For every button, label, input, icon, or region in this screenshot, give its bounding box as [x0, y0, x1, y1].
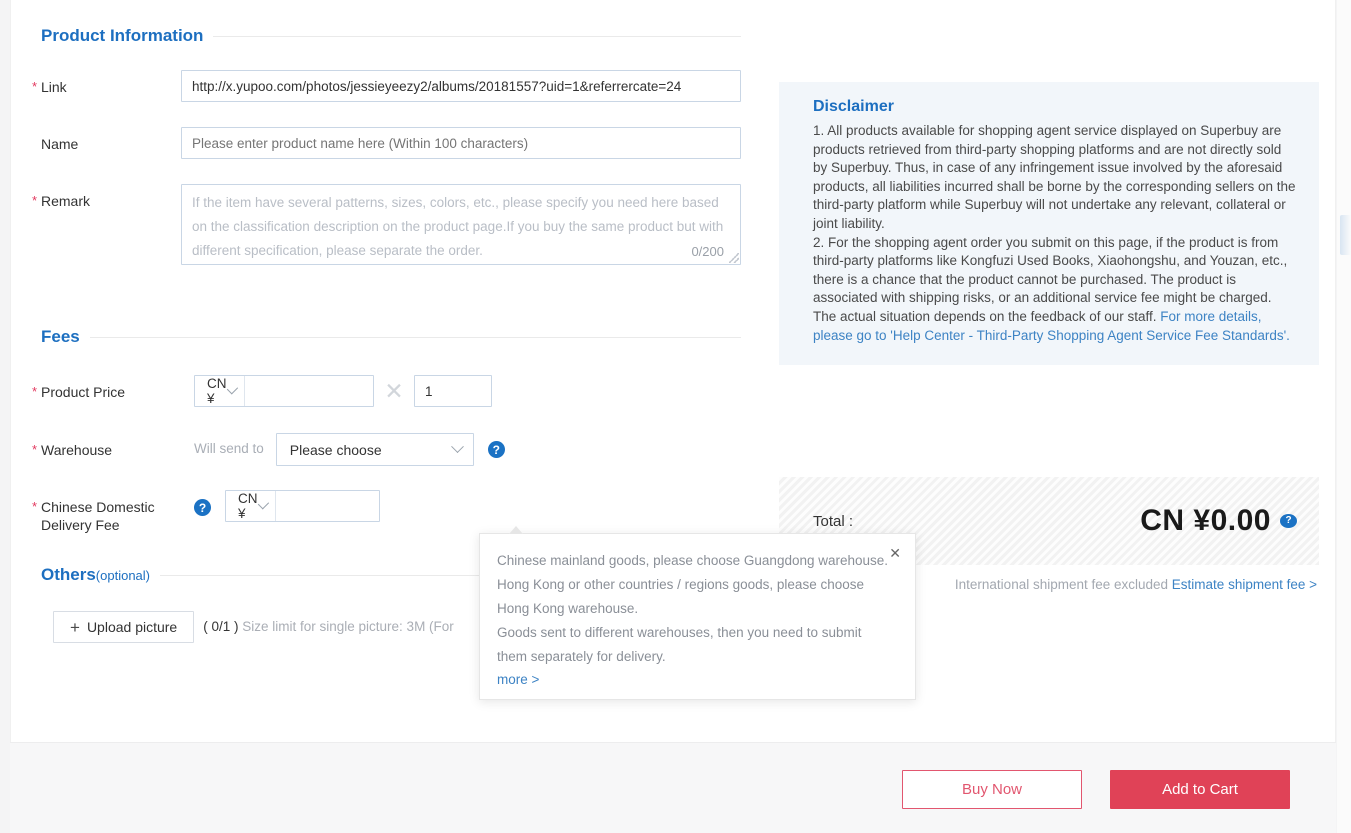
fees-title: Fees: [41, 327, 80, 346]
currency-value: CN ¥: [238, 491, 258, 521]
remark-row: * Remark If the item have several patter…: [32, 184, 741, 265]
link-row: * Link: [32, 70, 741, 102]
buy-now-button[interactable]: Buy Now: [902, 770, 1082, 809]
edge-scroll-artifact: [1340, 215, 1351, 255]
currency-value: CN ¥: [207, 376, 227, 406]
domestic-delivery-label-line1: Chinese Domestic: [41, 499, 155, 515]
upload-picture-label: Upload picture: [86, 619, 178, 635]
will-send-to-text: Will send to: [194, 441, 264, 456]
required-asterisk: *: [32, 193, 38, 208]
tooltip-line-3: Goods sent to different warehouses, then…: [497, 625, 862, 664]
domestic-delivery-fee-input[interactable]: [275, 491, 473, 521]
tooltip-close-icon[interactable]: ✕: [887, 544, 903, 562]
total-help-icon[interactable]: ?: [1280, 514, 1297, 529]
action-footer: Buy Now Add to Cart: [10, 742, 1336, 833]
remark-textarea[interactable]: If the item have several patterns, sizes…: [181, 184, 741, 265]
warehouse-row: * Warehouse Will send to Please choose ?: [32, 433, 741, 466]
total-label: Total :: [813, 512, 854, 530]
add-to-cart-button[interactable]: Add to Cart: [1110, 770, 1290, 809]
name-input[interactable]: [181, 127, 741, 159]
right-column: Disclaimer 1. All products available for…: [779, 0, 1319, 592]
warehouse-label-text: Warehouse: [41, 442, 113, 458]
estimate-shipment-fee-link[interactable]: Estimate shipment fee >: [1172, 577, 1317, 592]
total-amount-group: CN ¥0.00 ?: [1140, 504, 1297, 538]
required-asterisk: *: [32, 384, 38, 399]
warehouse-selected-value: Please choose: [289, 441, 382, 458]
product-price-currency-group: CN ¥: [194, 375, 442, 407]
shipment-note-text: International shipment fee excluded: [954, 577, 1172, 593]
currency-select-domestic-delivery[interactable]: CN ¥: [226, 491, 276, 521]
domestic-delivery-help-icon[interactable]: ?: [194, 499, 211, 516]
disclaimer-title: Disclaimer: [813, 98, 894, 115]
name-label: Name: [41, 127, 181, 153]
upload-picture-button[interactable]: + Upload picture: [53, 611, 195, 643]
total-amount-value: CN ¥0.00: [1140, 504, 1271, 538]
page-right-gutter: [1337, 0, 1351, 833]
name-row: Name: [41, 127, 741, 159]
disclaimer-paragraph-1: 1. All products available for shopping a…: [813, 123, 1296, 231]
product-price-label: * Product Price: [32, 375, 194, 401]
remark-label: * Remark: [32, 184, 181, 210]
domestic-delivery-currency-group: CN ¥: [225, 490, 473, 522]
order-form-card: Product Information * Link Name * Remark: [10, 0, 1336, 742]
resize-grip-icon[interactable]: [729, 253, 739, 263]
warehouse-help-icon[interactable]: ?: [487, 441, 505, 458]
warehouse-label: * Warehouse: [32, 433, 194, 459]
footer-buttons: Buy Now Add to Cart: [902, 770, 1290, 809]
upload-note: ( 0/1 ) Size limit for single picture: 3…: [203, 611, 454, 643]
upload-count: ( 0/1 ): [203, 619, 239, 634]
link-label: * Link: [32, 70, 181, 96]
domestic-delivery-fee-row: * Chinese Domestic Delivery Fee ? CN ¥: [32, 490, 741, 534]
link-label-text: Link: [41, 79, 67, 95]
header-divider: [213, 35, 741, 37]
product-price-label-text: Product Price: [41, 384, 126, 400]
others-optional-text: (optional): [95, 568, 150, 583]
warehouse-tooltip: ✕ Chinese mainland goods, please choose …: [479, 526, 916, 700]
tooltip-line-2: Hong Kong or other countries / regions g…: [497, 577, 864, 616]
remark-placeholder: If the item have several patterns, sizes…: [192, 195, 724, 258]
product-price-row: * Product Price CN ¥ ✕: [32, 375, 741, 407]
link-input[interactable]: [181, 70, 741, 102]
product-information-title: Product Information: [41, 26, 204, 45]
tooltip-more-link[interactable]: more >: [497, 672, 539, 687]
remark-label-text: Remark: [41, 193, 91, 209]
disclaimer-paragraph-2: 2. For the shopping agent order you subm…: [813, 234, 1297, 346]
upload-size-limit: Size limit for single picture: 3M (For: [242, 619, 454, 634]
currency-select-product-price[interactable]: CN ¥: [195, 376, 245, 406]
others-title: Others(optional): [41, 565, 150, 584]
fees-header: Fees: [41, 327, 741, 347]
domestic-delivery-fee-label: * Chinese Domestic Delivery Fee: [32, 490, 194, 534]
domestic-delivery-label-line2: Delivery Fee: [41, 517, 120, 533]
quantity-input[interactable]: [414, 375, 492, 407]
plus-icon: +: [70, 617, 80, 637]
chevron-down-icon: [450, 440, 464, 454]
tooltip-line-1: Chinese mainland goods, please choose Gu…: [497, 553, 889, 568]
product-information-header: Product Information: [41, 26, 741, 46]
warehouse-select[interactable]: Please choose: [275, 433, 474, 466]
disclaimer-panel: Disclaimer 1. All products available for…: [779, 82, 1319, 366]
required-asterisk: *: [32, 442, 38, 457]
name-label-text: Name: [41, 136, 79, 152]
header-divider: [89, 336, 741, 338]
multiply-icon: ✕: [384, 378, 404, 404]
required-asterisk: *: [32, 499, 38, 514]
required-asterisk: *: [32, 79, 38, 94]
remark-counter: 0/200: [691, 244, 724, 259]
